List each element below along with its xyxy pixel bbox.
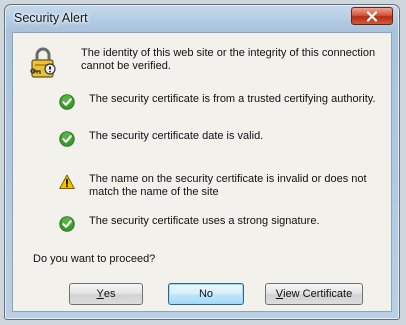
view-certificate-accesskey: V — [275, 288, 284, 300]
view-certificate-button[interactable]: View Certificate — [265, 283, 363, 305]
check-item-date-valid: The security certificate date is valid. — [59, 130, 379, 147]
green-check-icon — [59, 94, 75, 110]
check-item-label: The name on the security certificate is … — [89, 173, 367, 198]
proceed-question: Do you want to proceed? — [33, 253, 156, 265]
view-certificate-label: iew Certificate — [283, 288, 353, 300]
no-button-label: No — [198, 288, 214, 300]
dialog-body: The identity of this web site or the int… — [12, 32, 392, 312]
check-item-trusted-authority: The security certificate is from a trust… — [59, 93, 379, 110]
check-item-name-invalid: The name on the security certificate is … — [59, 173, 379, 198]
check-item-label: The security certificate uses a strong s… — [89, 215, 320, 227]
check-item-label: The security certificate date is valid. — [89, 130, 264, 142]
close-button[interactable] — [351, 7, 393, 25]
dialog-title: Security Alert — [14, 11, 88, 25]
title-bar[interactable]: Security Alert — [5, 5, 399, 31]
alert-message: The identity of this web site or the int… — [81, 47, 376, 72]
green-check-icon — [59, 131, 75, 147]
warning-icon — [59, 174, 75, 189]
close-icon — [366, 10, 378, 22]
no-button[interactable]: No — [168, 283, 244, 305]
check-item-strong-signature: The security certificate uses a strong s… — [59, 215, 379, 232]
green-check-icon — [59, 216, 75, 232]
security-alert-dialog: Security Alert The identity of this web … — [4, 4, 400, 320]
yes-button-label: es — [103, 288, 116, 300]
yes-button-accesskey: Y — [96, 288, 104, 300]
yes-button[interactable]: Yes — [69, 283, 143, 305]
check-item-label: The security certificate is from a trust… — [89, 93, 376, 105]
lock-key-icon — [30, 47, 56, 78]
